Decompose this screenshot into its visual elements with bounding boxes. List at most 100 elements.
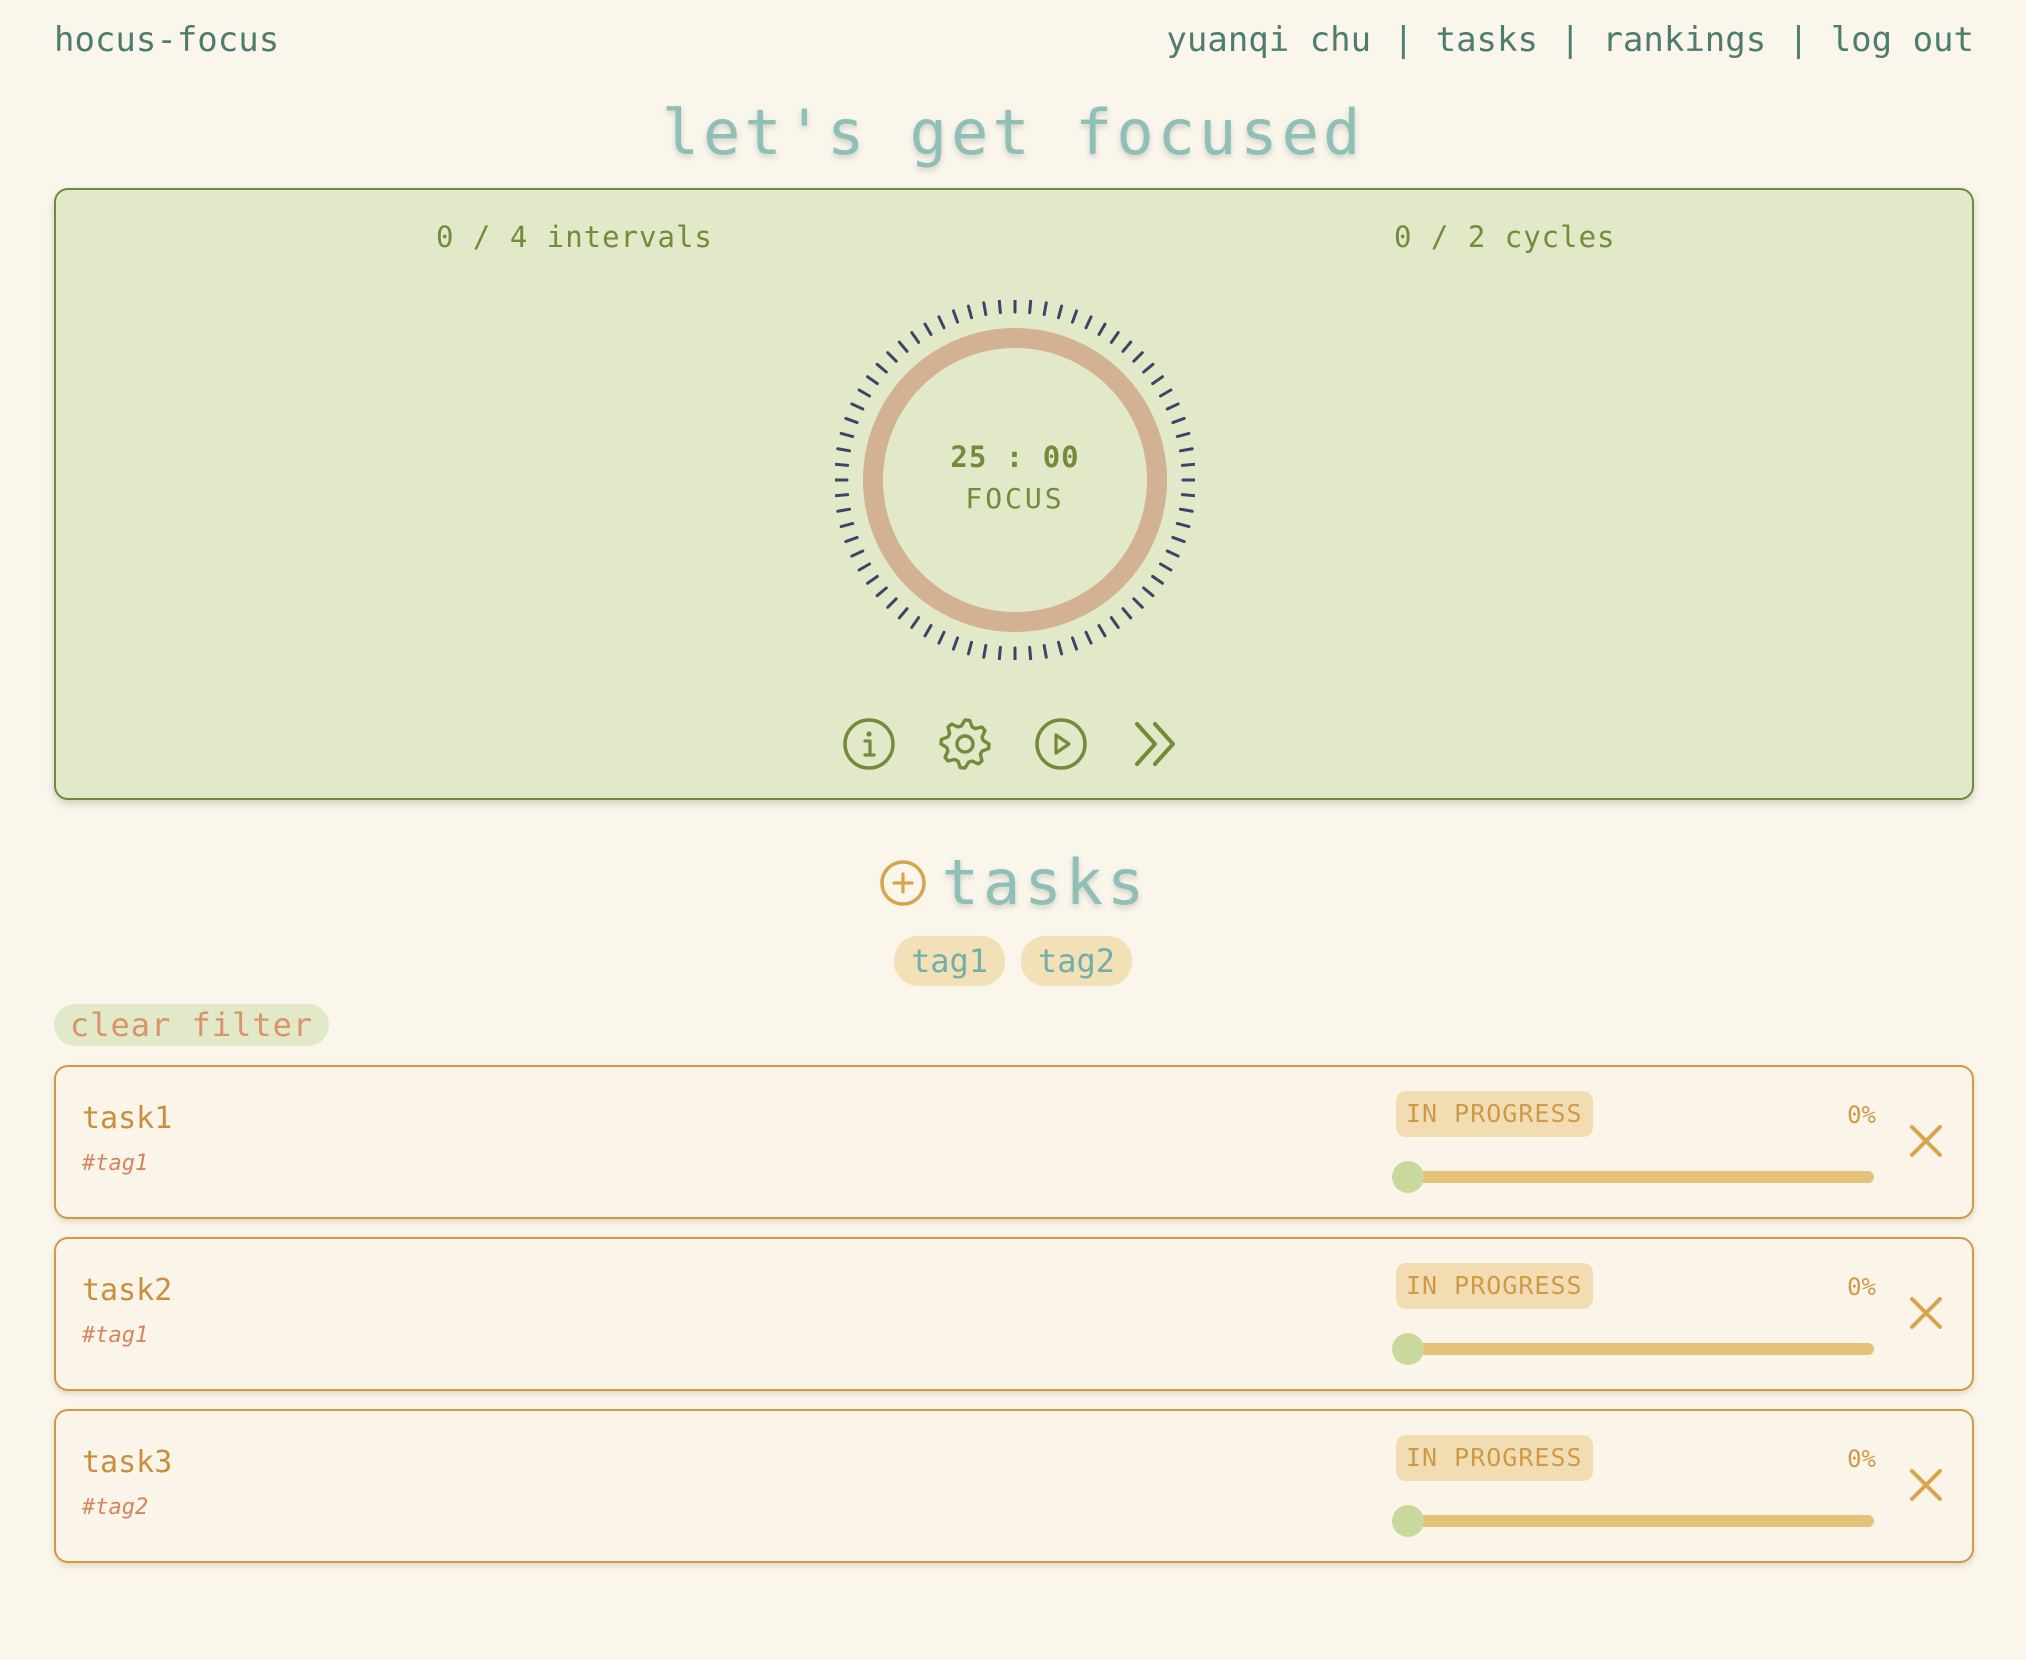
dial-tick (1142, 586, 1155, 598)
dial-tick (923, 322, 933, 337)
tag-filter-chip[interactable]: tag1 (893, 936, 1005, 986)
task-name: task2 (82, 1273, 173, 1308)
dial-tick (1084, 315, 1093, 330)
dial-tick (1028, 299, 1033, 315)
dial-tick (875, 586, 888, 598)
gear-icon[interactable] (937, 716, 993, 772)
dial-tick (937, 630, 946, 645)
tasks-title: tasks (941, 846, 1149, 919)
task-tag: #tag1 (82, 1323, 149, 1348)
tasks-header: tasks (0, 846, 2026, 919)
task-card[interactable]: task3 #tag2 IN PROGRESS 0% (54, 1409, 1974, 1563)
progress-slider[interactable] (1392, 1505, 1874, 1537)
dial-tick (1070, 636, 1079, 651)
timer-dial-graphic (833, 298, 1197, 662)
status-badge[interactable]: IN PROGRESS (1396, 1263, 1593, 1309)
nav-separator: | (1393, 20, 1414, 60)
dial-tick (1158, 562, 1173, 572)
slider-thumb[interactable] (1392, 1333, 1424, 1365)
nav-separator: | (1559, 20, 1581, 60)
top-nav: yuanqi chu | tasks | rankings | log out (1166, 20, 1974, 60)
dial-tick (1042, 301, 1048, 317)
clear-filter-button[interactable]: clear filter (54, 1004, 330, 1046)
progress-slider[interactable] (1392, 1161, 1874, 1193)
dial-tick (1175, 431, 1191, 439)
progress-percent: 0% (1847, 1445, 1876, 1473)
dial-tick (1132, 597, 1144, 609)
progress-percent: 0% (1847, 1101, 1876, 1129)
skip-forward-icon[interactable] (1129, 716, 1185, 772)
task-tag: #tag2 (82, 1495, 149, 1520)
nav-user[interactable]: yuanqi chu (1166, 20, 1371, 60)
close-icon[interactable] (1906, 1121, 1946, 1161)
timer-dial: 25 : 00 FOCUS (833, 298, 1197, 662)
progress-percent: 0% (1847, 1273, 1876, 1301)
dial-tick (875, 362, 888, 374)
intervals-counter: 0 / 4 intervals (436, 220, 713, 254)
dial-tick (839, 521, 855, 529)
plus-circle-icon[interactable] (878, 858, 928, 908)
dial-tick (844, 535, 859, 544)
dial-tick (997, 645, 1002, 661)
task-name: task3 (82, 1445, 173, 1480)
dial-tick (1142, 362, 1155, 374)
slider-thumb[interactable] (1392, 1505, 1424, 1537)
dial-tick (982, 301, 988, 317)
tag-filter-row: tag1 tag2 (0, 936, 2026, 986)
page-title: let's get focused (661, 96, 1365, 169)
task-list: task1 #tag1 IN PROGRESS 0% task2 #tag1 I… (54, 1065, 1974, 1581)
task-card[interactable]: task1 #tag1 IN PROGRESS 0% (54, 1065, 1974, 1219)
dial-tick (844, 416, 859, 425)
dial-tick (1175, 521, 1191, 529)
nav-rankings[interactable]: rankings (1602, 20, 1766, 60)
close-icon[interactable] (1906, 1293, 1946, 1333)
cycles-counter: 0 / 2 cycles (1394, 220, 1616, 254)
timer-panel: 0 / 4 intervals 0 / 2 cycles 25 : 00 FOC… (54, 188, 1974, 800)
dial-tick (866, 375, 879, 386)
dial-tick (897, 607, 909, 620)
dial-tick (857, 562, 872, 572)
dial-tick (866, 574, 879, 585)
dial-tick (857, 388, 872, 398)
dial-tick (1109, 616, 1120, 629)
dial-tick (886, 351, 898, 363)
nav-logout[interactable]: log out (1831, 20, 1974, 60)
info-icon[interactable] (841, 716, 897, 772)
status-badge[interactable]: IN PROGRESS (1396, 1091, 1593, 1137)
status-badge[interactable]: IN PROGRESS (1396, 1435, 1593, 1481)
nav-tasks[interactable]: tasks (1436, 20, 1538, 60)
dial-tick (1171, 416, 1186, 425)
dial-tick (982, 643, 988, 659)
task-tag: #tag1 (82, 1151, 149, 1176)
timer-controls (841, 716, 1185, 772)
play-icon[interactable] (1033, 716, 1089, 772)
dial-tick (951, 636, 960, 651)
dial-tick (1132, 351, 1144, 363)
progress-slider[interactable] (1392, 1333, 1874, 1365)
nav-separator: | (1788, 20, 1809, 60)
task-card[interactable]: task2 #tag1 IN PROGRESS 0% (54, 1237, 1974, 1391)
slider-thumb[interactable] (1392, 1161, 1424, 1193)
dial-tick (1165, 549, 1180, 558)
dial-tick (850, 549, 865, 558)
dial-tick (951, 309, 960, 324)
dial-tick (1084, 630, 1093, 645)
timer-mode: FOCUS (965, 482, 1065, 515)
tag-filter-chip[interactable]: tag2 (1021, 936, 1133, 986)
task-name: task1 (82, 1101, 173, 1136)
dial-tick (1121, 340, 1133, 353)
app-brand[interactable]: hocus-focus (54, 20, 279, 60)
dial-tick (1028, 645, 1033, 661)
dial-tick (1097, 322, 1107, 337)
dial-tick (1165, 402, 1180, 411)
dial-tick (997, 299, 1002, 315)
dial-tick (966, 304, 974, 320)
dial-tick (1121, 607, 1133, 620)
dial-tick (1056, 640, 1064, 656)
dial-tick (1042, 643, 1048, 659)
dial-tick (1151, 375, 1164, 386)
dial-tick (850, 402, 865, 411)
close-icon[interactable] (1906, 1465, 1946, 1505)
timer-time: 25 : 00 (950, 440, 1080, 474)
dial-face (883, 348, 1147, 612)
